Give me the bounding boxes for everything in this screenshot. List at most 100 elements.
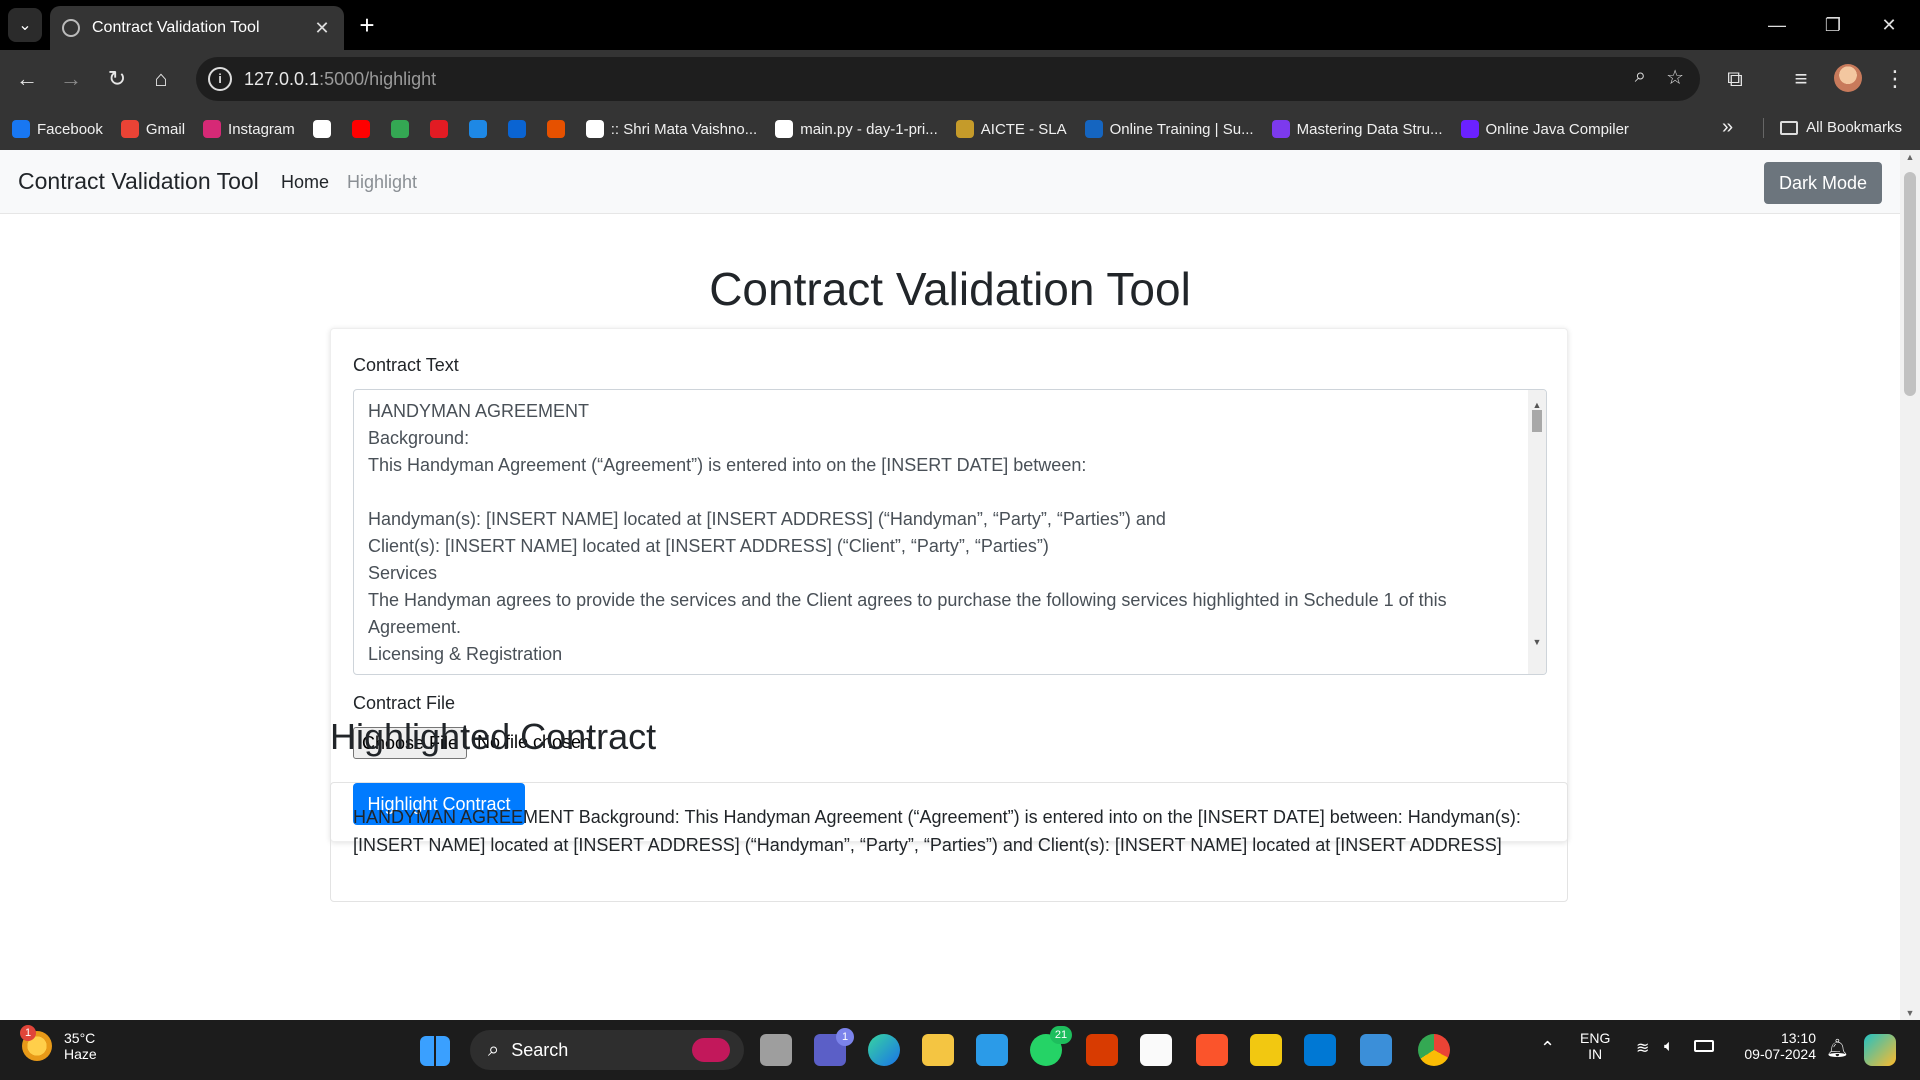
more-bookmarks-icon[interactable]: » <box>1722 116 1733 139</box>
contract-form-card: Contract Text HANDYMAN AGREEMENT Backgrou… <box>330 328 1568 842</box>
browser-title-bar: ⌄ Contract Validation Tool ✕ + — ❐ ✕ <box>0 0 1920 50</box>
bookmark-item[interactable] <box>429 120 455 138</box>
tab-search-button[interactable]: ⌄ <box>8 8 42 42</box>
desktop-app-icon[interactable] <box>976 1034 1008 1066</box>
store-icon[interactable] <box>1140 1034 1172 1066</box>
bookmark-label: AICTE - SLA <box>980 120 1067 138</box>
scroll-thumb[interactable] <box>1532 410 1542 432</box>
course-icon <box>1271 120 1290 138</box>
whatsapp-icon[interactable]: 21 <box>1030 1026 1072 1066</box>
battery-icon[interactable] <box>1694 1040 1714 1052</box>
bookmark-item[interactable]: Online Training | Su... <box>1084 120 1254 138</box>
close-tab-icon[interactable]: ✕ <box>312 18 332 39</box>
edge-icon[interactable] <box>868 1034 900 1066</box>
home-icon[interactable]: ⌂ <box>146 64 176 94</box>
close-window-button[interactable]: ✕ <box>1866 8 1912 42</box>
contract-text-line <box>368 479 1532 506</box>
bookmark-item[interactable] <box>546 120 572 138</box>
new-tab-button[interactable]: + <box>352 10 382 40</box>
compiler-icon <box>1460 120 1479 138</box>
bookmark-item[interactable]: Facebook <box>12 120 103 138</box>
contract-text-area[interactable]: HANDYMAN AGREEMENT Background: This Handym… <box>353 389 1547 675</box>
page-scroll-thumb[interactable] <box>1904 172 1916 396</box>
language-region: IN <box>1588 1046 1603 1062</box>
notification-bell-icon[interactable]: 🔔︎ <box>1826 1038 1849 1059</box>
bookmark-item[interactable]: :: Shri Mata Vaishno... <box>585 120 757 138</box>
highlighted-text-line: [INSERT NAME] located at [INSERT ADDRESS… <box>353 835 1502 855</box>
teams-icon[interactable]: 1 <box>814 1028 854 1066</box>
bookmark-item[interactable] <box>468 120 494 138</box>
copilot-icon[interactable] <box>1864 1034 1896 1066</box>
temperature: 35°C <box>64 1030 96 1046</box>
bookmark-item[interactable] <box>390 120 416 138</box>
bookmark-item[interactable]: Instagram <box>203 120 295 138</box>
dark-mode-button[interactable]: Dark Mode <box>1764 162 1882 204</box>
highlighted-contract-card: HANDYMAN AGREEMENT Background: This Hand… <box>330 782 1568 902</box>
power-bi-icon[interactable] <box>1250 1034 1282 1066</box>
forward-icon[interactable]: → <box>56 64 86 94</box>
address-bar[interactable]: i 127.0.0.1:5000/highlight ⌕ ☆ <box>196 57 1700 101</box>
teams-badge: 1 <box>836 1028 854 1046</box>
ist-icon <box>1084 120 1103 138</box>
chrome-icon[interactable] <box>1418 1034 1450 1066</box>
bookmark-item[interactable]: Gmail <box>120 120 185 138</box>
task-view-icon[interactable] <box>760 1034 792 1066</box>
file-explorer-icon[interactable] <box>922 1034 954 1066</box>
bookmark-item[interactable]: Online Java Compiler <box>1460 120 1629 138</box>
weather-icon: 1 <box>20 1025 52 1061</box>
page-title: Contract Validation Tool <box>709 263 1191 315</box>
volume-icon[interactable]: 🔈︎ <box>1664 1038 1674 1056</box>
all-bookmarks[interactable]: All Bookmarks <box>1806 119 1902 136</box>
youtube-icon <box>351 120 370 138</box>
nav-home-link[interactable]: Home <box>281 172 329 193</box>
bookmark-item[interactable]: main.py - day-1-pri... <box>775 120 938 138</box>
scroll-down-icon[interactable]: ▼ <box>1528 629 1546 656</box>
navbar-brand[interactable]: Contract Validation Tool <box>18 168 259 195</box>
bookmark-label: Online Training | Su... <box>1109 120 1254 138</box>
bookmark-item[interactable] <box>351 120 377 138</box>
site-info-icon[interactable]: i <box>208 67 232 91</box>
media-controls-icon[interactable]: ≡ <box>1786 64 1816 94</box>
tray-chevron-icon[interactable]: ⌃ <box>1540 1038 1555 1059</box>
vscode-icon[interactable] <box>1304 1034 1336 1066</box>
windows-start-icon[interactable] <box>420 1036 450 1066</box>
office-icon[interactable] <box>1086 1034 1118 1066</box>
navbar: Contract Validation Tool Home Highlight … <box>0 150 1900 214</box>
browser-tab[interactable]: Contract Validation Tool ✕ <box>50 6 344 50</box>
bookmarks-bar: Facebook Gmail Instagram:: Shri Mata Vaish… <box>0 108 1920 150</box>
textarea-scrollbar[interactable]: ▲ ▼ <box>1528 390 1546 674</box>
contract-text-label: Contract Text <box>353 355 459 375</box>
weather-widget[interactable]: 1 35°C Haze <box>20 1025 97 1062</box>
zoom-icon[interactable]: ⌕ <box>1635 65 1646 88</box>
back-icon[interactable]: ← <box>12 64 42 94</box>
menu-icon[interactable]: ⋮ <box>1880 64 1910 94</box>
language-indicator[interactable]: ENG IN <box>1580 1030 1610 1062</box>
clock[interactable]: 13:10 09-07-2024 <box>1738 1030 1816 1062</box>
bookmark-item[interactable]: Mastering Data Stru... <box>1271 120 1443 138</box>
wifi-icon[interactable]: ≋ <box>1636 1038 1649 1058</box>
page-scrollbar[interactable]: ▲ ▼ <box>1900 150 1920 1020</box>
contract-file-label: Contract File <box>353 693 456 713</box>
bookmark-item[interactable]: AICTE - SLA <box>955 120 1067 138</box>
page-scroll-up-icon[interactable]: ▲ <box>1900 152 1920 162</box>
paint-icon[interactable] <box>1360 1034 1392 1066</box>
bookmark-item[interactable] <box>507 120 533 138</box>
search-icon: ⌕ <box>488 1038 500 1061</box>
browser-toolbar: ← → ↻ ⌂ i 127.0.0.1:5000/highlight ⌕ ☆ ⧉… <box>0 50 1920 108</box>
bookmark-item[interactable] <box>312 120 338 138</box>
bookmark-star-icon[interactable]: ☆ <box>1666 65 1684 90</box>
gmail-icon <box>120 120 139 138</box>
minimize-button[interactable]: — <box>1754 8 1800 42</box>
extensions-icon[interactable]: ⧉ <box>1720 64 1750 94</box>
restore-button[interactable]: ❐ <box>1810 8 1856 42</box>
page-scroll-down-icon[interactable]: ▼ <box>1900 1008 1920 1018</box>
nav-highlight-link[interactable]: Highlight <box>347 172 417 193</box>
taskbar-search[interactable]: ⌕ Search <box>470 1030 744 1070</box>
reload-icon[interactable]: ↻ <box>102 64 132 94</box>
contract-text-line: The Handyman agrees to provide the servi… <box>368 590 1447 610</box>
globe-icon <box>62 19 80 37</box>
profile-avatar[interactable] <box>1834 64 1862 92</box>
contract-text-line: Services <box>368 563 438 583</box>
weather-condition: Haze <box>64 1046 97 1062</box>
brave-icon[interactable] <box>1196 1034 1228 1066</box>
